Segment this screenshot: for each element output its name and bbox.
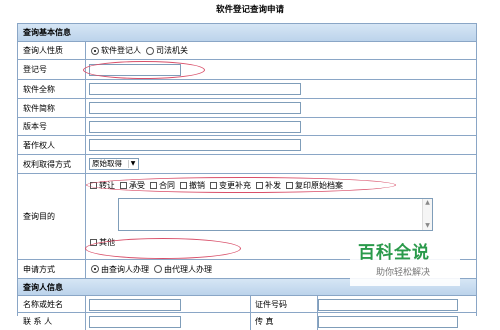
owner-label: 著作权人 (18, 136, 86, 154)
purpose-option-contract[interactable]: 合同 (150, 180, 175, 191)
row-reg-no: 登记号 (18, 60, 476, 80)
row-person-contact: 联 系 人 传 真 (18, 313, 476, 330)
row-acquire-method: 权利取得方式 原始取得 ▼ (18, 155, 476, 174)
querier-type-option-registrant[interactable]: 软件登记人 (91, 45, 141, 56)
fax-input[interactable] (318, 316, 458, 328)
version-label: 版本号 (18, 118, 86, 135)
purpose-option-revoke[interactable]: 撤销 (180, 180, 205, 191)
full-name-label: 软件全称 (18, 80, 86, 98)
row-owner: 著作权人 (18, 136, 476, 155)
fax-label: 传 真 (250, 313, 318, 330)
purpose-option-transfer[interactable]: 转让 (90, 180, 115, 191)
short-name-label: 软件简称 (18, 99, 86, 117)
apply-method-label: 申请方式 (18, 260, 86, 278)
purpose-option-reissue[interactable]: 补发 (256, 180, 281, 191)
watermark-subtitle: 助你轻松解决 (376, 268, 431, 278)
radio-judicial[interactable] (146, 46, 154, 55)
apply-method-option-agent[interactable]: 由代理人办理 (154, 264, 212, 275)
radio-registrant[interactable] (91, 46, 99, 55)
full-name-input[interactable] (89, 83, 301, 95)
section-basic-header: 查询基本信息 (18, 24, 476, 42)
chevron-down-icon: ▼ (128, 160, 137, 168)
id-number-label: 证件号码 (250, 296, 318, 312)
reg-no-input[interactable] (89, 64, 181, 76)
purpose-option-accept[interactable]: 承受 (120, 180, 145, 191)
row-full-name: 软件全称 (18, 80, 476, 99)
purpose-label: 查询目的 (18, 174, 86, 259)
purpose-options: 转让 承受 合同 撤销 变更补充 补发 复印原始档案 (90, 180, 348, 191)
purpose-option-other[interactable]: 其他 (90, 237, 115, 248)
row-short-name: 软件简称 (18, 99, 476, 118)
textarea-scrollbar[interactable]: ▲ ▼ (422, 199, 432, 230)
short-name-input[interactable] (89, 102, 301, 114)
person-name-input[interactable] (89, 299, 181, 311)
owner-input[interactable] (89, 139, 301, 151)
watermark: 百科全说 助你轻松解决 (350, 236, 460, 286)
radio-apply-self[interactable] (91, 265, 99, 273)
page-title: 软件登记查询申请 (215, 5, 284, 15)
querier-type-option-judicial[interactable]: 司法机关 (146, 45, 188, 56)
contact-input[interactable] (89, 316, 181, 328)
contact-label: 联 系 人 (18, 313, 86, 330)
row-person-name: 名称或姓名 证件号码 (18, 296, 476, 313)
reg-no-label: 登记号 (18, 60, 86, 79)
apply-method-option-self[interactable]: 由查询人办理 (91, 264, 149, 275)
watermark-title: 百科全说 (358, 243, 430, 263)
purpose-option-copy-archive[interactable]: 复印原始档案 (286, 180, 343, 191)
row-version: 版本号 (18, 118, 476, 136)
person-name-label: 名称或姓名 (18, 296, 86, 312)
purpose-other-textarea[interactable]: ▲ ▼ (118, 198, 433, 231)
radio-apply-agent[interactable] (154, 265, 162, 273)
acquire-method-select[interactable]: 原始取得 ▼ (89, 158, 139, 170)
querier-type-label: 查询人性质 (18, 42, 86, 59)
purpose-option-change[interactable]: 变更补充 (210, 180, 251, 191)
version-input[interactable] (89, 121, 301, 133)
id-number-input[interactable] (318, 299, 458, 311)
row-querier-type: 查询人性质 软件登记人 司法机关 (18, 42, 476, 60)
acquire-method-label: 权利取得方式 (18, 155, 86, 173)
